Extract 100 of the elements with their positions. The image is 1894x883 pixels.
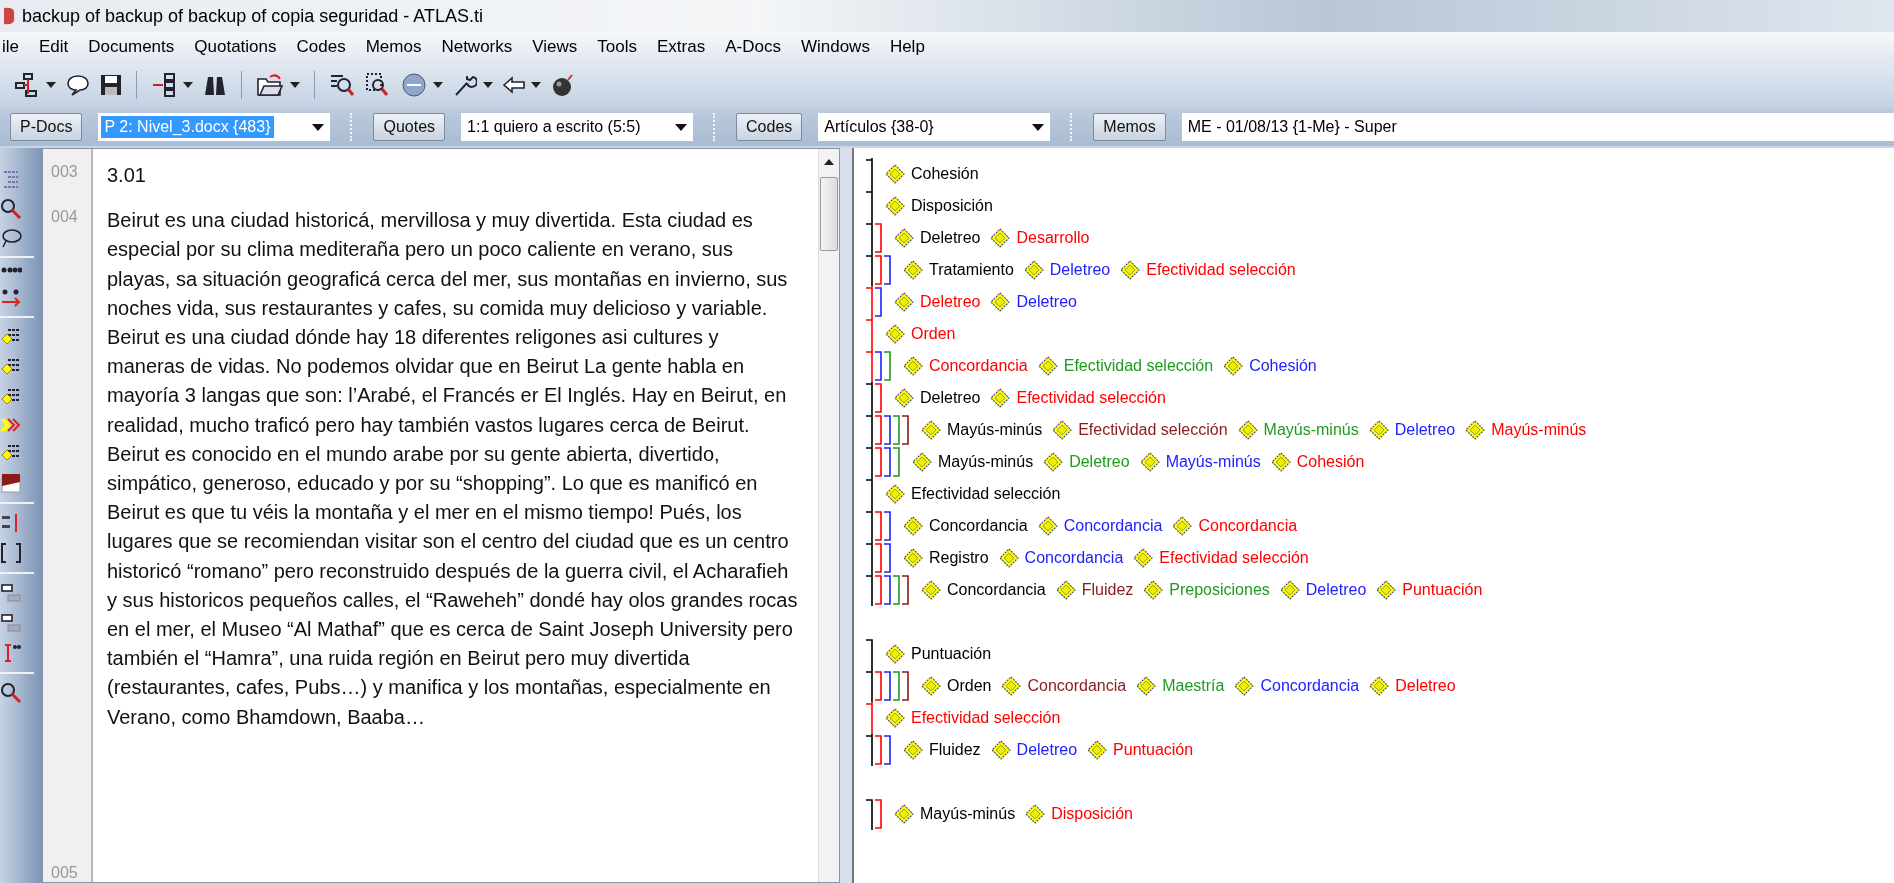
code-label[interactable]: Deletreo xyxy=(894,228,981,248)
menu-item[interactable]: Edit xyxy=(29,37,79,57)
code-label[interactable]: Deletreo xyxy=(1023,260,1111,280)
back-arrow-icon[interactable] xyxy=(503,76,525,94)
code-label[interactable]: Efectividad selección xyxy=(990,388,1166,408)
dropdown-field[interactable]: Artículos {38-0} xyxy=(818,113,1051,141)
code-label[interactable]: Deletreo xyxy=(990,740,1078,760)
caret-icon[interactable] xyxy=(46,82,56,88)
folder-icon[interactable] xyxy=(256,73,284,97)
caret-icon[interactable] xyxy=(183,82,193,88)
code-label[interactable]: Maestría xyxy=(1136,676,1225,696)
menu-item[interactable]: Documents xyxy=(78,37,185,57)
code-label[interactable]: Deletreo xyxy=(894,292,981,312)
code-label[interactable]: Orden xyxy=(921,676,992,696)
code-label[interactable]: Deletreo xyxy=(894,388,981,408)
code-label[interactable]: Deletreo xyxy=(1368,420,1456,440)
bracket-icon[interactable] xyxy=(0,542,22,564)
code-label[interactable]: Mayús-minús xyxy=(921,420,1043,440)
manager-button[interactable]: Codes xyxy=(736,113,803,141)
code-label[interactable]: Concordancia xyxy=(998,548,1124,568)
search-document-icon[interactable] xyxy=(365,72,391,98)
scroll-thumb[interactable] xyxy=(820,177,838,251)
code-label[interactable]: Efectividad selección xyxy=(1052,420,1228,440)
hierarchy-icon[interactable] xyxy=(14,72,40,98)
caret-icon[interactable] xyxy=(675,123,688,131)
menu-item[interactable]: A-Docs xyxy=(715,37,791,57)
code-label[interactable]: Cohesión xyxy=(885,164,979,184)
search-icon[interactable] xyxy=(0,682,22,704)
caret-icon[interactable] xyxy=(433,82,443,88)
code-label[interactable]: Concordancia xyxy=(1172,516,1298,536)
dropdown-field[interactable]: ME - 01/08/13 {1-Me} - Super xyxy=(1181,113,1894,141)
rectangles-icon[interactable] xyxy=(0,582,22,604)
caret-icon[interactable] xyxy=(312,123,325,131)
code-label[interactable]: Mayús-minús xyxy=(894,804,1016,824)
code-label[interactable]: Concordancia xyxy=(903,356,1028,376)
menu-item[interactable]: Help xyxy=(879,37,935,57)
code-label[interactable]: Efectividad selección xyxy=(1133,548,1309,568)
code-label[interactable]: Puntuación xyxy=(1376,580,1483,600)
code-label[interactable]: Concordancia xyxy=(903,516,1028,536)
code-label[interactable]: Registro xyxy=(903,548,989,568)
menu-item[interactable]: Codes xyxy=(286,37,356,57)
code-label[interactable]: Disposición xyxy=(1025,804,1133,824)
search-icon[interactable] xyxy=(0,198,22,220)
menu-item[interactable]: Networks xyxy=(431,37,523,57)
rectangles-icon[interactable] xyxy=(0,612,22,634)
caret-icon[interactable] xyxy=(483,82,493,88)
code-label[interactable]: Deletreo xyxy=(990,292,1077,312)
code-label[interactable]: Orden xyxy=(885,324,956,344)
code-label[interactable]: Cohesión xyxy=(1270,452,1365,472)
manager-button[interactable]: Quotes xyxy=(373,113,446,141)
save-icon[interactable] xyxy=(100,74,122,96)
code-label[interactable]: Efectividad selección xyxy=(1120,260,1296,280)
code-label[interactable]: Cohesión xyxy=(1223,356,1317,376)
code-label[interactable]: Fluidez xyxy=(1055,580,1134,600)
menu-item[interactable]: Tools xyxy=(587,37,647,57)
code-label[interactable]: Deletreo xyxy=(1043,452,1130,472)
speech-bubble-icon[interactable] xyxy=(66,74,90,96)
scrollbar[interactable] xyxy=(818,149,839,882)
caret-icon[interactable] xyxy=(290,82,300,88)
lasso-icon[interactable] xyxy=(0,228,22,248)
code-label[interactable]: Efectividad selección xyxy=(885,484,1061,504)
code-label[interactable]: Concordancia xyxy=(1234,676,1360,696)
code-label[interactable]: Concordancia xyxy=(1037,516,1163,536)
code-label[interactable]: Mayús-minús xyxy=(1139,452,1261,472)
menu-item[interactable]: Quotations xyxy=(184,37,287,57)
menu-item[interactable]: Windows xyxy=(790,37,880,57)
code-icon xyxy=(1087,740,1108,760)
code-label[interactable]: Mayús-minús xyxy=(1465,420,1587,440)
code-label[interactable]: Fluidez xyxy=(903,740,981,760)
search-document-icon[interactable] xyxy=(329,72,355,98)
dropdown-field[interactable]: 1:1 quiero a escrito (5:5) xyxy=(461,113,694,141)
code-label[interactable]: Puntuación xyxy=(1087,740,1194,760)
menu-item[interactable]: Views xyxy=(522,37,588,57)
code-label[interactable]: Concordancia xyxy=(1001,676,1127,696)
chevrons-icon[interactable] xyxy=(0,416,22,434)
menu-item[interactable]: Extras xyxy=(647,37,716,57)
manager-button[interactable]: Memos xyxy=(1093,113,1166,141)
menu-item[interactable]: Memos xyxy=(355,37,432,57)
code-label[interactable]: Preposiciones xyxy=(1143,580,1270,600)
code-label[interactable]: Deletreo xyxy=(1279,580,1367,600)
code-label[interactable]: Efectividad selección xyxy=(1037,356,1214,376)
scroll-up-icon[interactable] xyxy=(824,159,834,165)
code-label[interactable]: Desarrollo xyxy=(990,228,1090,248)
code-icon xyxy=(1143,580,1164,600)
caret-icon[interactable] xyxy=(1032,123,1045,131)
code-label[interactable]: Mayús-minús xyxy=(912,452,1034,472)
caret-icon[interactable] xyxy=(531,82,541,88)
quote-arrow-icon[interactable] xyxy=(0,288,22,308)
code-icon xyxy=(903,356,923,376)
code-label[interactable]: Efectividad selección xyxy=(885,708,1061,728)
code-label[interactable]: Disposición xyxy=(885,196,993,216)
manager-button[interactable]: P-Docs xyxy=(10,113,83,141)
code-label[interactable]: Concordancia xyxy=(921,580,1046,600)
split-list-icon[interactable] xyxy=(151,73,177,97)
code-label[interactable]: Deletreo xyxy=(1369,676,1456,696)
code-label[interactable]: Tratamiento xyxy=(903,260,1014,280)
calendar-icon[interactable] xyxy=(0,472,22,494)
menu-item[interactable]: ile xyxy=(0,37,29,57)
code-label[interactable]: Puntuación xyxy=(885,644,992,664)
code-label[interactable]: Mayús-minús xyxy=(1237,420,1359,440)
